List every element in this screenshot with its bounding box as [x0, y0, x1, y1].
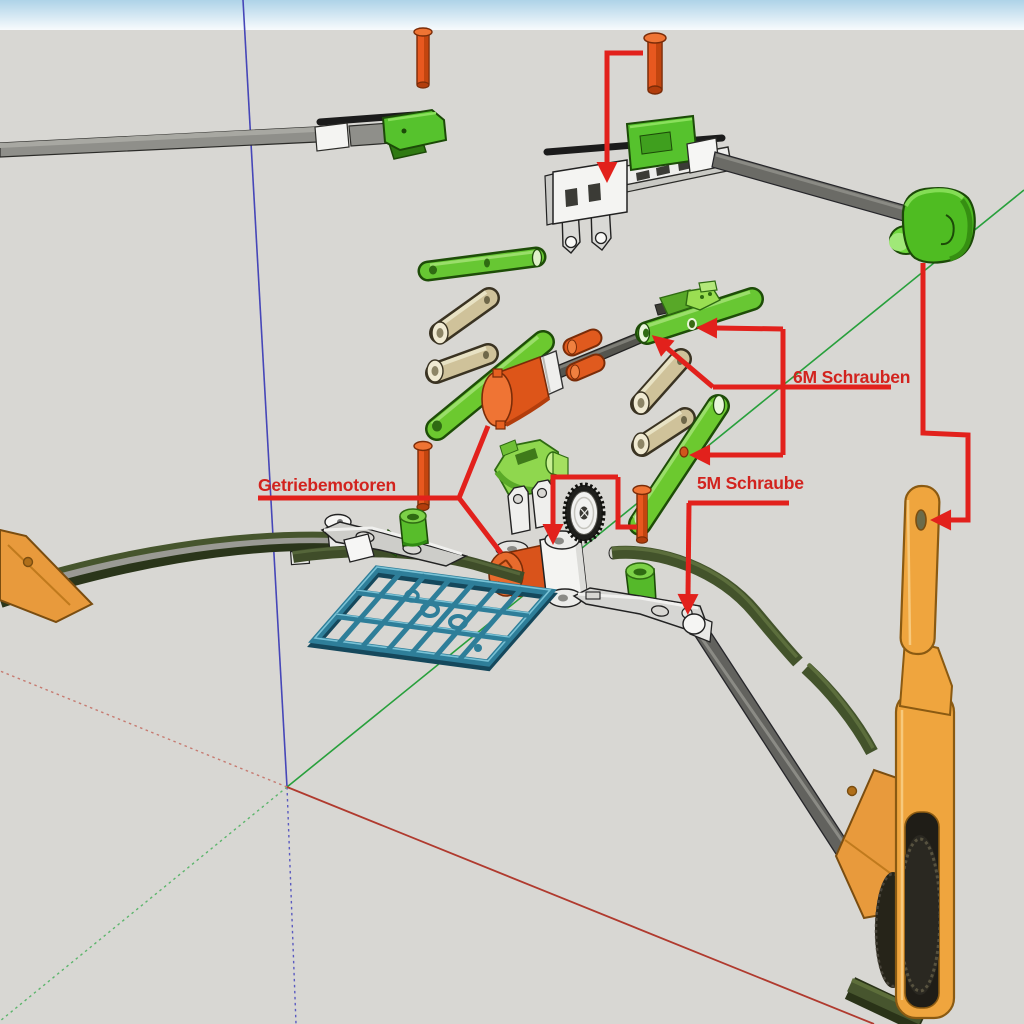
screws-6m-label: 6M Schrauben [793, 367, 910, 387]
part-small-screw-left[interactable] [413, 27, 433, 89]
sketchup-viewport[interactable]: Getriebemotoren 6M Schrauben 5M Schraube [0, 0, 1024, 1024]
sky-band [0, 0, 1024, 30]
swing-arm-lower [894, 690, 956, 1020]
viewport-canvas[interactable]: Getriebemotoren 6M Schrauben 5M Schraube [0, 0, 1024, 1024]
rod-collar-left [314, 122, 350, 152]
arm-mount-hole [915, 509, 927, 531]
part-top-screw[interactable] [643, 32, 667, 95]
swing-arm-upper [899, 484, 941, 656]
gear-motors-label: Getriebemotoren [258, 475, 396, 495]
green-knuckle-left [399, 508, 429, 547]
screw-head-in-bar [679, 446, 689, 458]
bracket-ear-1 [507, 485, 531, 535]
screw-5m-label: 5M Schraube [697, 473, 804, 493]
